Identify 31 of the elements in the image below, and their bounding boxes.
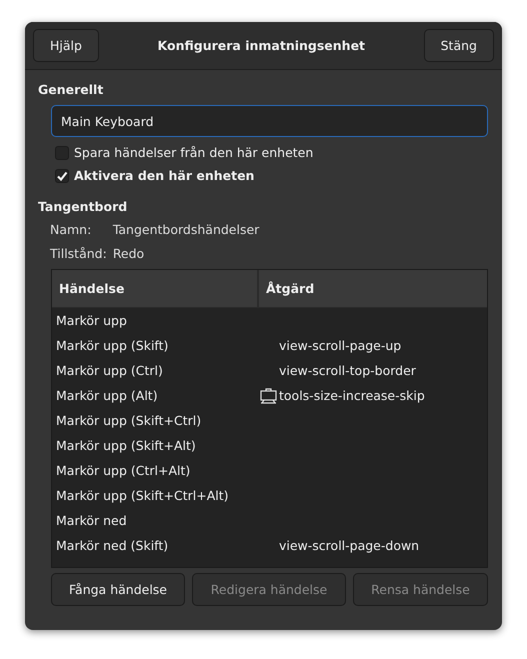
event-cell[interactable]: Markör upp (Alt) xyxy=(52,388,259,403)
column-header[interactable]: Åtgärd xyxy=(259,270,487,307)
field-label: Namn: xyxy=(50,222,92,237)
event-cell[interactable]: Markör upp (Skift+Alt) xyxy=(52,438,259,453)
checkbox-label[interactable]: Spara händelser från den här enheten xyxy=(74,145,314,160)
field-value: Redo xyxy=(112,246,144,261)
section-heading: Tangentbord xyxy=(38,199,128,214)
event-cell[interactable]: Markör ned xyxy=(52,513,259,528)
checkbox[interactable] xyxy=(55,146,69,160)
event-cell[interactable]: Markör upp xyxy=(52,313,259,328)
action-cell[interactable]: view-scroll-page-down xyxy=(259,538,487,553)
event-cell[interactable]: Markör ned (Skift) xyxy=(52,538,259,553)
event-cell[interactable]: Markör upp (Skift) xyxy=(52,338,259,353)
help-button[interactable]: Hjälp xyxy=(33,29,99,62)
checkbox[interactable] xyxy=(55,168,69,182)
section-heading: Generellt xyxy=(38,82,104,97)
event-cell[interactable]: Markör upp (Skift+Ctrl) xyxy=(52,413,259,428)
window-title: Konfigurera inmatningsenhet xyxy=(158,38,366,53)
field-label: Tillstånd: xyxy=(50,246,107,261)
field-value: Tangentbordshändelser xyxy=(112,222,260,237)
checkbox-label[interactable]: Aktivera den här enheten xyxy=(74,168,254,183)
action-cell[interactable]: tools-size-increase-skip xyxy=(259,388,487,404)
action-cell[interactable]: view-scroll-page-up xyxy=(259,338,487,353)
event-button[interactable]: Fånga händelse xyxy=(51,573,185,606)
event-cell[interactable]: Markör upp (Ctrl) xyxy=(52,363,259,378)
event-cell[interactable]: Markör upp (Skift+Ctrl+Alt) xyxy=(52,488,259,503)
device-name-field[interactable]: Main Keyboard xyxy=(51,105,488,137)
event-cell[interactable]: Markör upp (Ctrl+Alt) xyxy=(52,463,259,478)
action-cell[interactable]: view-scroll-top-border xyxy=(259,363,487,378)
column-header[interactable]: Händelse xyxy=(52,270,259,307)
close-button[interactable]: Stäng xyxy=(424,29,494,62)
